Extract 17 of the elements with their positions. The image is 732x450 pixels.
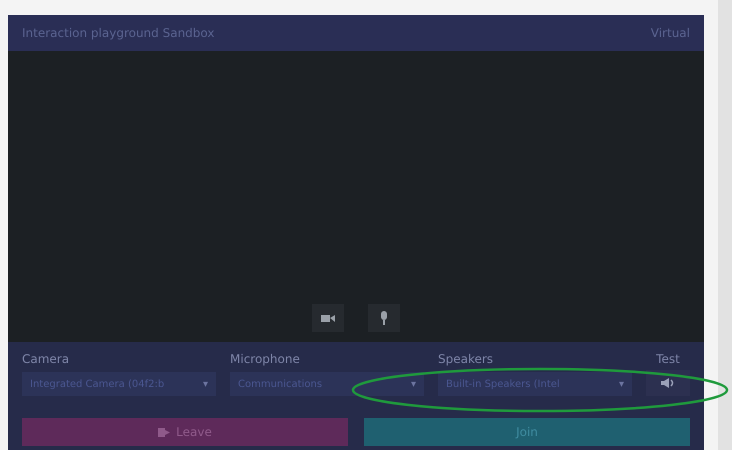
camera-toggle-button[interactable] xyxy=(312,304,344,332)
device-select[interactable]: Built-in Speakers (Intel ▾ xyxy=(438,372,632,396)
scrollbar[interactable] xyxy=(718,0,732,450)
microphone-toggle-button[interactable] xyxy=(368,304,400,332)
window-title: Interaction playground Sandbox xyxy=(22,26,214,40)
mode-label: Virtual xyxy=(650,26,690,40)
video-camera-icon xyxy=(321,314,335,322)
speaker-icon xyxy=(661,378,675,388)
test-label: Test xyxy=(656,352,680,366)
test-speaker-button[interactable] xyxy=(646,370,690,396)
exit-icon xyxy=(158,428,170,436)
device-label: Camera xyxy=(22,352,70,366)
device-label: Speakers xyxy=(438,352,494,366)
device-label: Microphone xyxy=(230,352,301,366)
device-select[interactable]: Integrated Camera (04f2:b ▾ xyxy=(22,372,216,396)
device-select[interactable]: Communications ▾ xyxy=(230,372,424,396)
microphone-icon xyxy=(380,311,388,325)
